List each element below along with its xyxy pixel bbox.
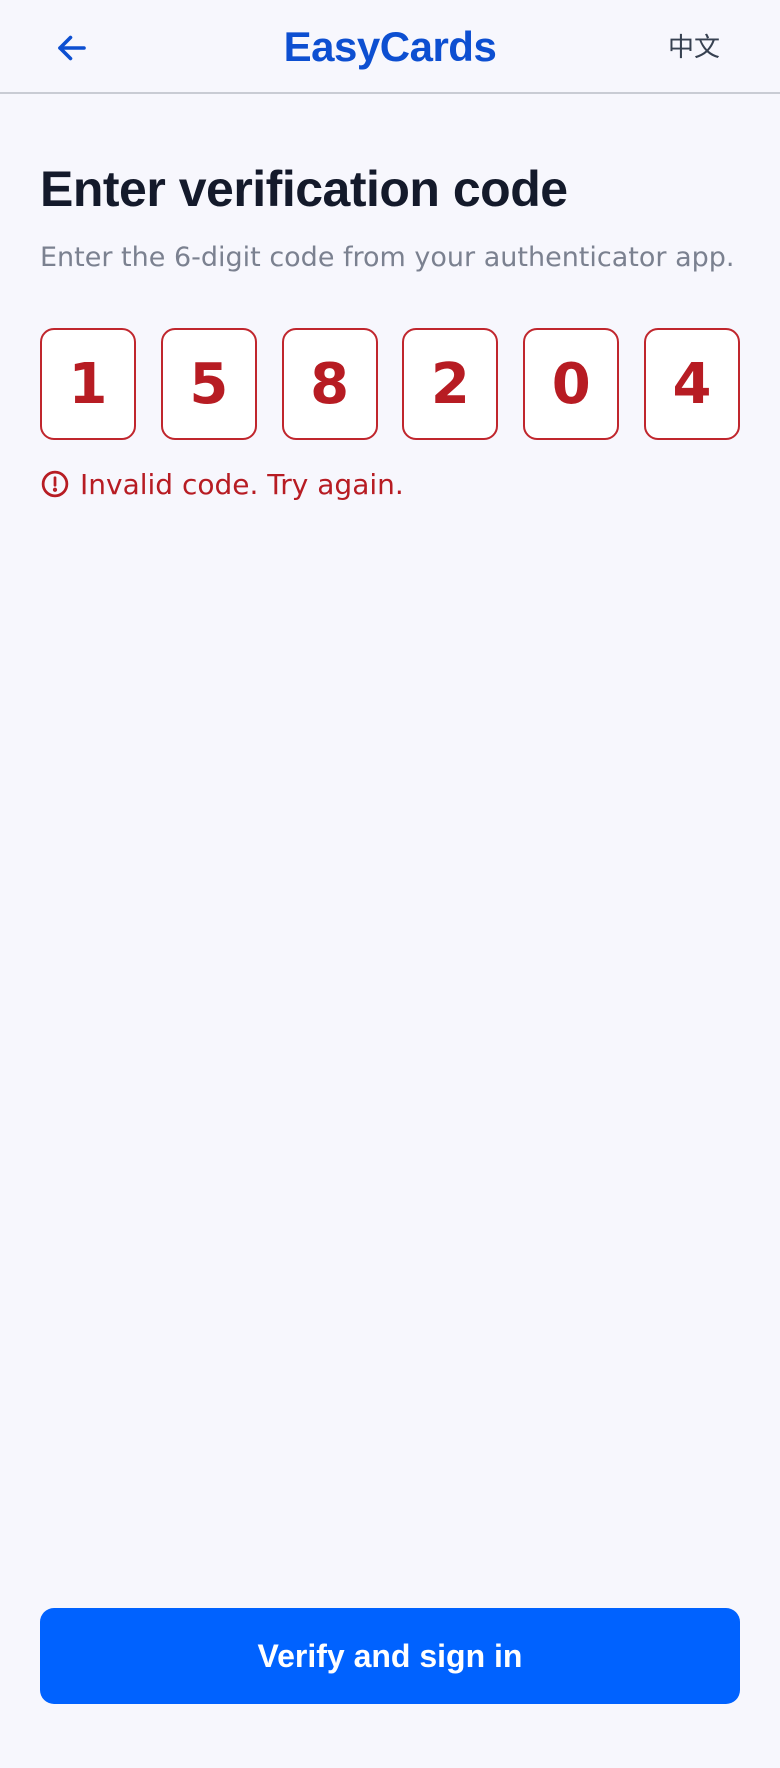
arrow-left-icon xyxy=(58,35,86,61)
code-digit-2[interactable]: 5 xyxy=(160,328,257,440)
language-toggle[interactable]: 中文 xyxy=(668,26,720,70)
verification-code-input: 1 5 8 2 0 4 xyxy=(40,328,740,440)
page-title: Enter verification code xyxy=(40,161,568,217)
code-digit-3[interactable]: 8 xyxy=(281,328,378,440)
error-text: Invalid code. Try again. xyxy=(80,467,404,501)
code-digit-1[interactable]: 1 xyxy=(40,328,136,440)
error-message: Invalid code. Try again. xyxy=(40,466,404,502)
app-title: EasyCards xyxy=(283,23,497,70)
app-header: EasyCards 中文 xyxy=(0,0,780,94)
back-button[interactable] xyxy=(46,22,98,74)
page-subtitle: Enter the 6-digit code from your authent… xyxy=(40,242,735,273)
code-digit-6[interactable]: 4 xyxy=(644,328,740,440)
code-digit-5[interactable]: 0 xyxy=(523,328,620,440)
alert-circle-icon xyxy=(41,470,69,498)
verify-sign-in-button[interactable]: Verify and sign in xyxy=(40,1608,740,1704)
code-digit-4[interactable]: 2 xyxy=(402,328,499,440)
